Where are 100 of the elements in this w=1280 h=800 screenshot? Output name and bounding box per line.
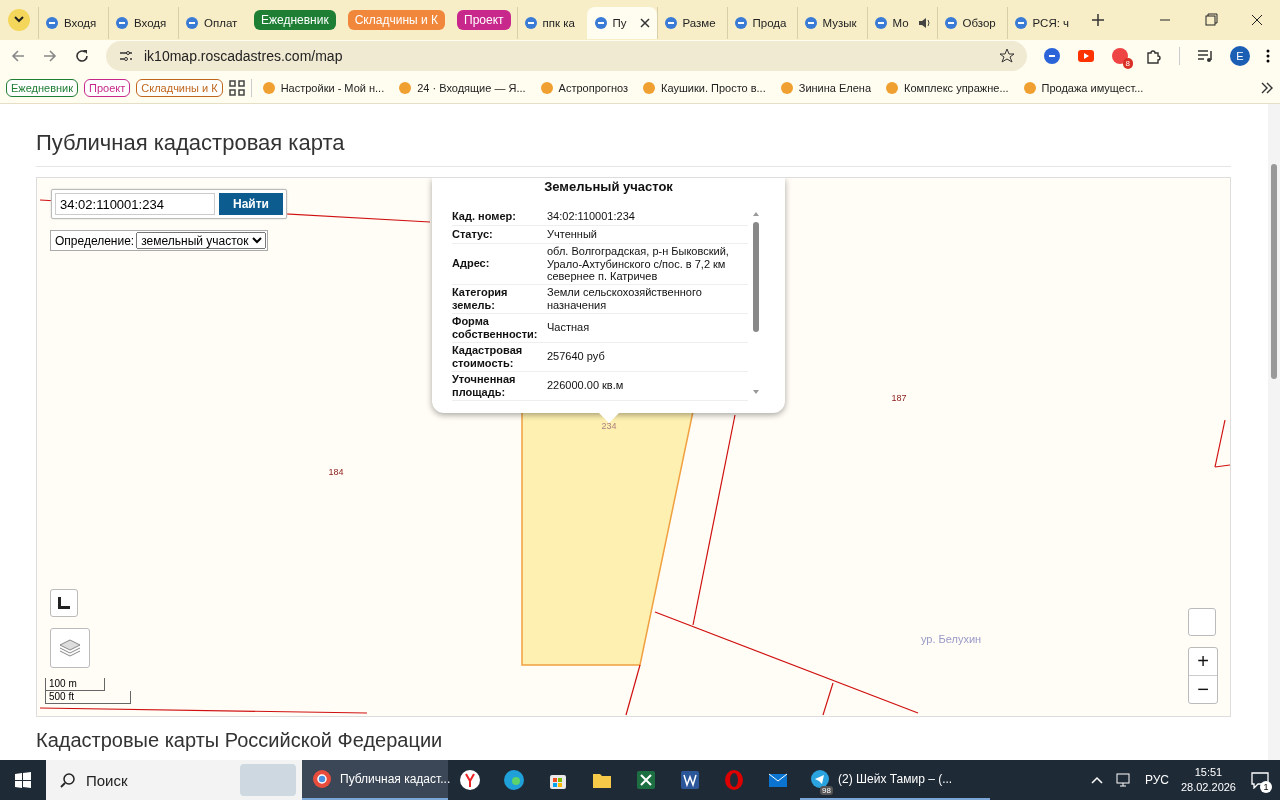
bookmark-group[interactable]: Проект	[84, 78, 131, 97]
browser-tab[interactable]: Входя	[108, 7, 178, 39]
bookmark-link[interactable]: Настройки - Мой н...	[257, 80, 389, 95]
bookmark-icon	[885, 80, 900, 95]
tab-group-label[interactable]: Проект	[457, 10, 511, 30]
browser-icon[interactable]	[459, 769, 481, 791]
bookmark-icon	[539, 80, 554, 95]
zoom-out-button[interactable]: −	[1189, 675, 1217, 703]
star-icon[interactable]	[999, 48, 1015, 64]
bookmark-link[interactable]: Астропрогноз	[535, 80, 633, 95]
field-value: Земли сельскохозяйственного назначения	[547, 286, 703, 311]
profile-avatar[interactable]: E	[1230, 46, 1250, 66]
notification-icon[interactable]	[1250, 771, 1270, 789]
chevron-right-icon[interactable]	[1260, 80, 1274, 95]
chevron-up-icon[interactable]	[1090, 775, 1103, 785]
browser-tab[interactable]: РСЯ: ч	[1006, 7, 1077, 39]
bookmark-link[interactable]: Комплекс упражне...	[881, 80, 1013, 95]
zoom-in-button[interactable]: +	[1189, 648, 1217, 675]
bookmark-icon	[1022, 80, 1037, 95]
browser-icon	[312, 769, 332, 789]
favicon-icon	[1013, 16, 1028, 30]
browser-icon[interactable]	[503, 769, 525, 791]
forward-icon[interactable]	[42, 48, 58, 64]
windows-icon[interactable]	[15, 772, 31, 788]
bookmark-icon	[261, 80, 276, 95]
favicon-icon	[873, 16, 888, 30]
taskbar-app[interactable]: Публичная кадаст...	[302, 760, 448, 800]
favicon-icon	[593, 16, 608, 30]
messenger-icon	[810, 769, 830, 789]
back-icon[interactable]	[10, 48, 26, 64]
find-button[interactable]: Найти	[219, 193, 283, 215]
play-icon[interactable]	[1077, 47, 1095, 65]
extension-icon[interactable]	[1043, 47, 1061, 65]
measure-button[interactable]	[50, 589, 78, 617]
favicon-icon	[943, 16, 958, 30]
chevron-down-icon	[14, 16, 24, 24]
bookmark-link[interactable]: Каушики. Просто в...	[638, 80, 770, 95]
bookmark-group[interactable]: Ежедневник	[6, 78, 79, 97]
field-value: 34:02:110001:234	[547, 210, 636, 223]
spreadsheet-icon[interactable]	[635, 769, 657, 791]
browser-tab[interactable]: Мо	[866, 7, 937, 39]
browser-tab[interactable]: Пу	[586, 7, 657, 39]
site-info-icon[interactable]	[118, 48, 134, 64]
favicon-icon	[185, 16, 199, 30]
section-heading: Кадастровые карты Российской Федерации	[36, 729, 444, 752]
apps-grid-icon[interactable]	[228, 79, 245, 96]
bookmark-icon	[779, 80, 794, 95]
favicon-icon	[803, 16, 818, 30]
browser-tab[interactable]: Прода	[726, 7, 797, 39]
bookmark-icon	[642, 80, 657, 95]
search-icon	[60, 772, 76, 788]
page-scrollbar[interactable]	[1268, 104, 1280, 760]
field-label: Категория земель:	[452, 285, 509, 312]
field-value: обл. Волгоградская, р-н Быковский, Урало-Ахтубинского с/пос. в 7,2 км севернее п. Катричев	[547, 245, 730, 283]
browser-tab[interactable]: Входя	[38, 7, 108, 39]
popup-title: Земельный участок	[543, 179, 674, 194]
notification-count: 1	[1260, 781, 1272, 793]
browser-tab[interactable]: Обзор	[936, 7, 1007, 39]
browser-tab[interactable]: Музык	[796, 7, 867, 39]
favicon-icon	[663, 16, 678, 30]
document-icon[interactable]	[679, 769, 701, 791]
media-icon[interactable]	[1196, 47, 1214, 65]
field-value: 257640 руб	[547, 350, 606, 363]
popup-pointer	[599, 413, 619, 423]
cadastral-number-field[interactable]: 34:02:110001:234	[55, 193, 215, 215]
taskbar-app[interactable]: (2) Шейх Тамир – (... 98	[800, 760, 990, 800]
menu-icon[interactable]	[1266, 48, 1270, 64]
tab-search-button[interactable]	[8, 9, 30, 31]
language-indicator[interactable]: РУС	[1144, 773, 1169, 787]
close-icon[interactable]	[638, 17, 651, 29]
favicon-icon	[115, 16, 129, 30]
tab-group-label[interactable]: Ежедневник	[254, 10, 336, 30]
clock[interactable]: 15:51 28.02.2026	[1180, 765, 1236, 795]
browser-tab[interactable]: ппк ка	[516, 7, 587, 39]
ruler-icon	[57, 596, 71, 610]
reload-icon[interactable]	[74, 48, 90, 64]
bookmark-group[interactable]: Складчины и К	[136, 78, 223, 97]
parcel-number: 184	[328, 467, 344, 477]
new-tab-icon[interactable]	[1090, 13, 1105, 27]
field-label: Форма собственности:	[452, 314, 539, 341]
bookmark-link[interactable]: 24 · Входящие — Я...	[394, 80, 530, 95]
parcel-number: 187	[891, 393, 907, 403]
layers-icon	[59, 638, 81, 658]
address-bar[interactable]: ik10map.roscadastres.com/map	[106, 41, 1027, 71]
search-highlight-picture	[240, 764, 296, 796]
puzzle-icon[interactable]	[1145, 47, 1163, 65]
definition-label: Определение:	[55, 233, 135, 248]
bookmark-link[interactable]: Зинина Елена	[775, 80, 876, 95]
browser-tab[interactable]: Оплат	[178, 7, 248, 39]
bookmark-link[interactable]: Продажа имущест...	[1018, 80, 1148, 95]
field-label: Адрес:	[452, 257, 491, 271]
network-icon[interactable]	[1114, 772, 1133, 788]
definition-select[interactable]: земельный участок	[136, 232, 267, 249]
browser-tab[interactable]: Разме	[656, 7, 727, 39]
extension-icon[interactable]	[1111, 47, 1129, 65]
scale-bar: 100 m 500 ft	[45, 678, 131, 704]
favicon-icon	[733, 16, 748, 30]
field-value: Учтенный	[547, 228, 598, 241]
parcel-number: 234	[601, 421, 617, 431]
field-label: Уточненная площадь:	[452, 372, 517, 399]
